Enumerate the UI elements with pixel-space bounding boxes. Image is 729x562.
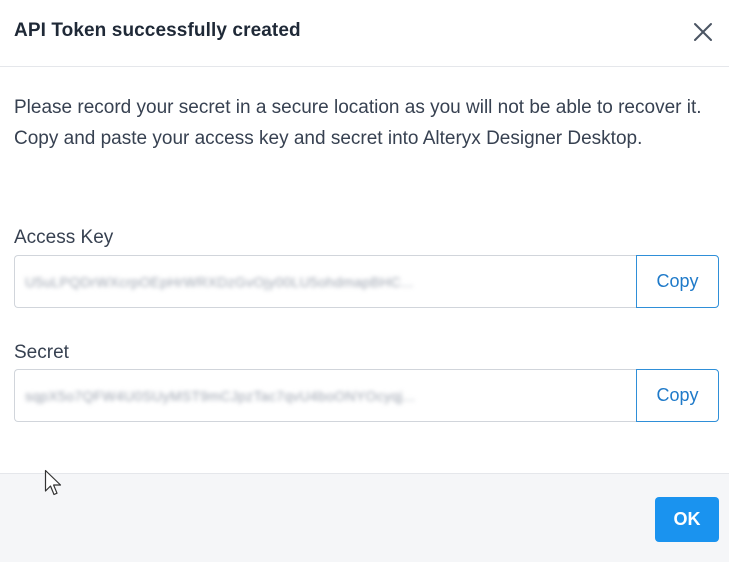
ok-button[interactable]: OK [655, 497, 719, 542]
dialog-footer: OK [0, 473, 729, 562]
copy-secret-button[interactable]: Copy [636, 369, 719, 422]
secret-label: Secret [14, 342, 69, 363]
access-key-row: U5uLPQDrWXcrpOEpHrWRXDzGvOjy00LU5ohdmapB… [14, 255, 719, 308]
mouse-pointer-icon [44, 469, 64, 499]
access-key-value: U5uLPQDrWXcrpOEpHrWRXDzGvOjy00LU5ohdmapB… [25, 274, 414, 290]
close-icon[interactable] [690, 19, 716, 45]
dialog-body: Please record your secret in a secure lo… [0, 68, 729, 473]
dialog-header: API Token successfully created [0, 0, 729, 67]
instruction-message: Please record your secret in a secure lo… [14, 97, 702, 149]
secret-row: sqpX5o7QFW4U0SUyMST9mCJpzTac7qvU4boONYOc… [14, 369, 719, 422]
api-token-dialog: API Token successfully created Please re… [0, 0, 729, 562]
access-key-label: Access Key [14, 227, 114, 248]
dialog-title: API Token successfully created [14, 20, 301, 41]
secret-value: sqpX5o7QFW4U0SUyMST9mCJpzTac7qvU4boONYOc… [25, 388, 416, 404]
access-key-field[interactable]: U5uLPQDrWXcrpOEpHrWRXDzGvOjy00LU5ohdmapB… [14, 255, 636, 308]
secret-field[interactable]: sqpX5o7QFW4U0SUyMST9mCJpzTac7qvU4boONYOc… [14, 369, 636, 422]
copy-access-key-button[interactable]: Copy [636, 255, 719, 308]
